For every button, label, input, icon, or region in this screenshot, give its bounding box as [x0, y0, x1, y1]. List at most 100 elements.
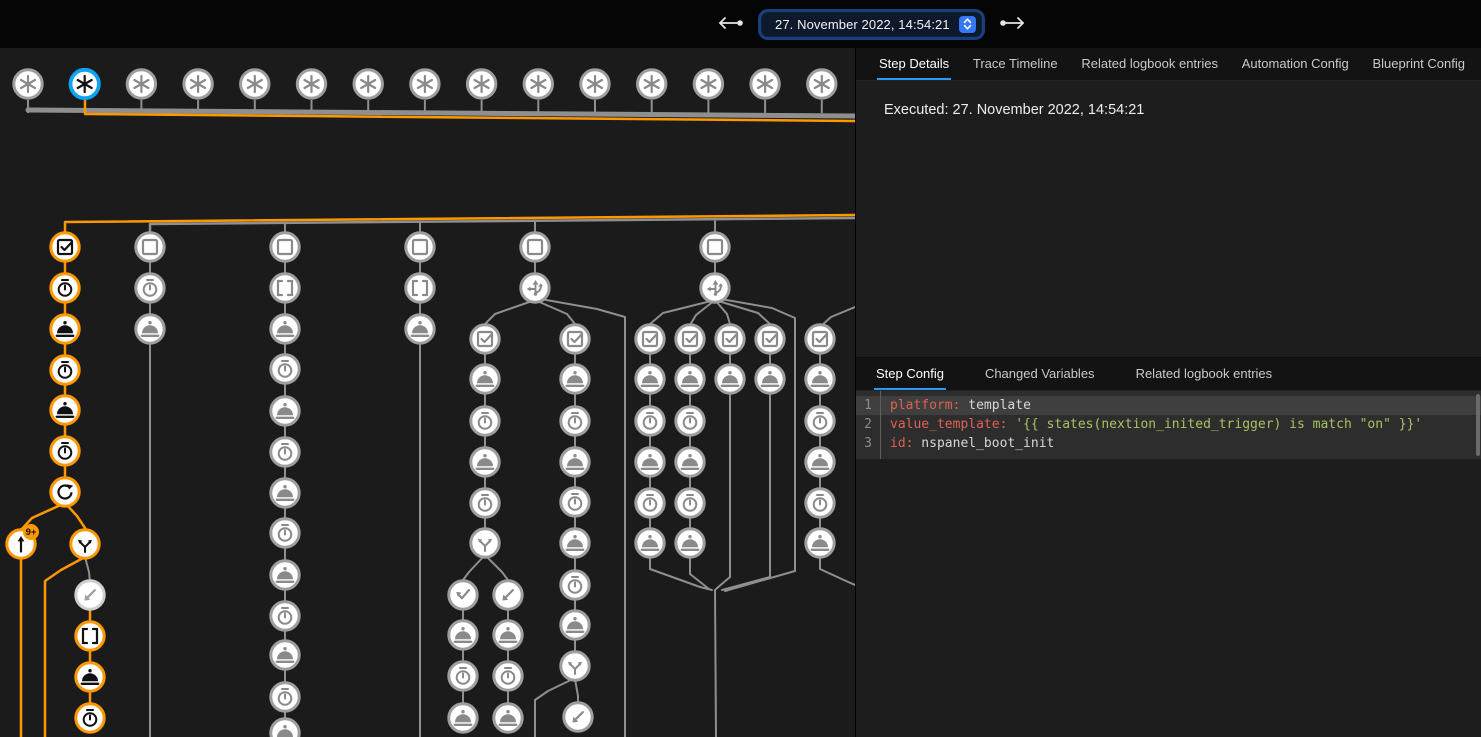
- trace-node-timer[interactable]: [136, 274, 164, 302]
- trace-node-asterisk[interactable]: [14, 70, 42, 98]
- trace-node-asterisk[interactable]: [354, 70, 382, 98]
- code-scrollbar[interactable]: [1476, 394, 1480, 456]
- trace-node-dome[interactable]: [449, 704, 477, 732]
- trace-node-dome[interactable]: [676, 529, 704, 557]
- trace-node-timer[interactable]: [636, 407, 664, 435]
- trace-node-arrow-down-left[interactable]: [564, 703, 592, 731]
- trace-node-timer[interactable]: [271, 602, 299, 630]
- trace-node-dome[interactable]: [136, 315, 164, 343]
- trace-node-asterisk[interactable]: [638, 70, 666, 98]
- trace-node-arrow-down-left[interactable]: [494, 581, 522, 609]
- trace-run-select[interactable]: 27. November 2022, 14:54:21: [761, 12, 982, 37]
- tab-automation-config[interactable]: Automation Config: [1240, 48, 1351, 80]
- trace-node-timer[interactable]: [561, 571, 589, 599]
- trace-node-asterisk[interactable]: [751, 70, 779, 98]
- trace-node-dome[interactable]: [636, 529, 664, 557]
- trace-node-dome[interactable]: [271, 479, 299, 507]
- tab-related-logbook-entries[interactable]: Related logbook entries: [1079, 48, 1220, 80]
- trace-node-repeat[interactable]: [51, 478, 79, 506]
- trace-node-asterisk[interactable]: [127, 70, 155, 98]
- trace-node-dome[interactable]: [51, 396, 79, 424]
- trace-node-asterisk[interactable]: [71, 70, 99, 98]
- trace-node-arrow-up[interactable]: 9+: [7, 524, 39, 558]
- trace-node-dome[interactable]: [806, 448, 834, 476]
- trace-node-dome[interactable]: [51, 315, 79, 343]
- trace-node-checkbox-blank[interactable]: [701, 233, 729, 261]
- prev-trace-button[interactable]: [714, 12, 748, 37]
- trace-node-dome[interactable]: [561, 365, 589, 393]
- trace-node-asterisk[interactable]: [581, 70, 609, 98]
- trace-node-dome[interactable]: [561, 529, 589, 557]
- trace-node-timer[interactable]: [271, 683, 299, 711]
- trace-node-timer[interactable]: [271, 438, 299, 466]
- trace-node-timer[interactable]: [806, 489, 834, 517]
- trace-node-asterisk[interactable]: [808, 70, 836, 98]
- trace-node-dome[interactable]: [561, 448, 589, 476]
- trace-node-dome[interactable]: [494, 704, 522, 732]
- trace-node-dome[interactable]: [806, 365, 834, 393]
- trace-node-dome[interactable]: [271, 315, 299, 343]
- trace-node-timer[interactable]: [806, 407, 834, 435]
- trace-node-dome[interactable]: [271, 397, 299, 425]
- next-trace-button[interactable]: [995, 12, 1029, 37]
- trace-node-brackets[interactable]: [406, 274, 434, 302]
- trace-node-dome[interactable]: [406, 315, 434, 343]
- trace-node-asterisk[interactable]: [411, 70, 439, 98]
- trace-node-asterisk[interactable]: [297, 70, 325, 98]
- trace-node-timer[interactable]: [561, 407, 589, 435]
- trace-node-timer[interactable]: [636, 489, 664, 517]
- trace-node-dome[interactable]: [471, 448, 499, 476]
- trace-node-choose[interactable]: [521, 274, 549, 302]
- trace-node-timer[interactable]: [51, 356, 79, 384]
- trace-node-dome[interactable]: [806, 529, 834, 557]
- trace-node-timer[interactable]: [471, 489, 499, 517]
- tab-changed-variables[interactable]: Changed Variables: [983, 358, 1097, 390]
- trace-node-checkbox-checked[interactable]: [51, 233, 79, 261]
- trace-node-timer[interactable]: [676, 407, 704, 435]
- trace-node-split[interactable]: [71, 530, 99, 558]
- trace-node-timer[interactable]: [76, 704, 104, 732]
- trace-node-checkbox-checked[interactable]: [561, 325, 589, 353]
- trace-node-dome[interactable]: [676, 448, 704, 476]
- trace-node-dome[interactable]: [716, 365, 744, 393]
- trace-node-split[interactable]: [561, 652, 589, 680]
- trace-node-timer[interactable]: [271, 519, 299, 547]
- trace-node-dome[interactable]: [471, 365, 499, 393]
- trace-node-asterisk[interactable]: [524, 70, 552, 98]
- trace-node-checkbox-checked[interactable]: [806, 325, 834, 353]
- trace-node-brackets[interactable]: [271, 274, 299, 302]
- trace-node-dome[interactable]: [636, 448, 664, 476]
- tab-blueprint-config[interactable]: Blueprint Config: [1370, 48, 1467, 80]
- trace-node-brackets[interactable]: [76, 622, 104, 650]
- trace-node-dome[interactable]: [271, 561, 299, 589]
- trace-node-checkbox-checked[interactable]: [756, 325, 784, 353]
- trace-node-dome[interactable]: [676, 365, 704, 393]
- trace-node-timer[interactable]: [51, 274, 79, 302]
- trace-node-dome[interactable]: [271, 641, 299, 669]
- trace-node-checkbox-blank[interactable]: [136, 233, 164, 261]
- tab-related-logbook-entries[interactable]: Related logbook entries: [1134, 358, 1275, 390]
- trace-node-dome[interactable]: [636, 365, 664, 393]
- trace-node-dome[interactable]: [756, 365, 784, 393]
- tab-trace-timeline[interactable]: Trace Timeline: [971, 48, 1060, 80]
- trace-node-asterisk[interactable]: [694, 70, 722, 98]
- trace-node-timer[interactable]: [561, 488, 589, 516]
- trace-node-timer[interactable]: [494, 662, 522, 690]
- trace-node-checkbox-blank[interactable]: [521, 233, 549, 261]
- trace-node-checkbox-checked[interactable]: [676, 325, 704, 353]
- trace-node-timer[interactable]: [676, 489, 704, 517]
- trace-node-asterisk[interactable]: [184, 70, 212, 98]
- trace-node-timer[interactable]: [471, 407, 499, 435]
- trace-node-timer[interactable]: [271, 355, 299, 383]
- trace-node-timer[interactable]: [449, 662, 477, 690]
- trace-node-dome[interactable]: [76, 663, 104, 691]
- trace-node-dome[interactable]: [561, 611, 589, 639]
- tab-step-details[interactable]: Step Details: [877, 48, 951, 80]
- trace-node-dome[interactable]: [271, 719, 299, 737]
- trace-node-dome[interactable]: [449, 621, 477, 649]
- trace-node-checkbox-checked[interactable]: [716, 325, 744, 353]
- trace-node-asterisk[interactable]: [241, 70, 269, 98]
- trace-node-checkbox-blank[interactable]: [406, 233, 434, 261]
- trace-node-dome[interactable]: [494, 621, 522, 649]
- trace-node-asterisk[interactable]: [467, 70, 495, 98]
